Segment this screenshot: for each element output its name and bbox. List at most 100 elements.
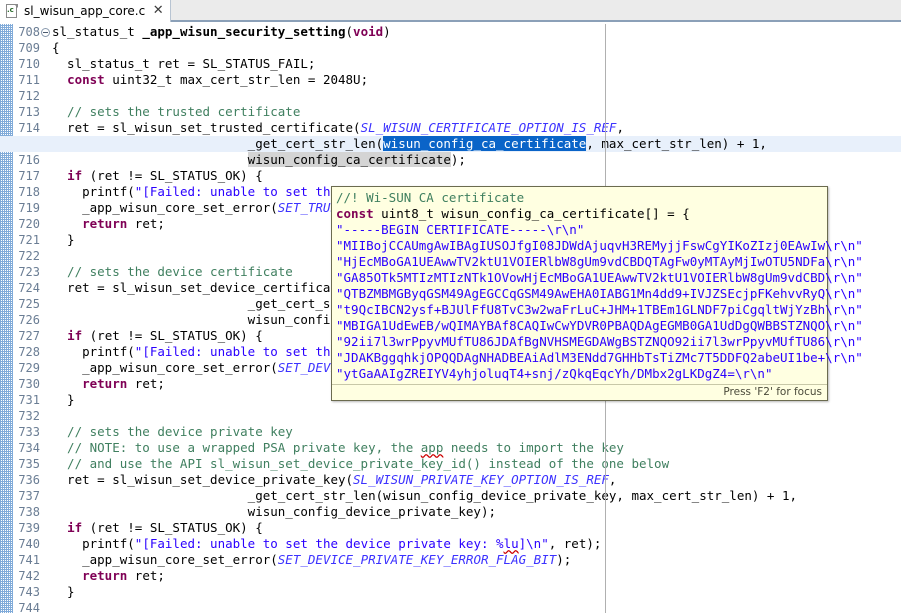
editor-body[interactable]: 7087097107117127137147157167177187197207…: [0, 24, 901, 613]
hover-popup-content: //! Wi-SUN CA certificate const uint8_t w…: [332, 187, 863, 384]
hover-popup-line: "HjEcMBoGA1UEAwwTV2ktU1VOIERlbW8gUm9vdCB…: [336, 254, 863, 270]
code-token: if: [67, 520, 83, 535]
code-token: if: [67, 168, 83, 183]
line-number: 727: [18, 329, 40, 343]
line-number: 730: [18, 377, 40, 391]
line-number: 714: [18, 121, 40, 135]
code-token: needs to import the key: [443, 440, 624, 455]
code-line[interactable]: printf("[Failed: unable to set the devic…: [52, 536, 901, 552]
hover-popup-token: "92ii7l3wrPpyvMUfTU86JDAfBgNVHSMEGDAWgBS…: [336, 334, 863, 349]
code-line[interactable]: sl_status_t _app_wisun_security_setting(…: [52, 24, 901, 40]
code-token: sl_status_t ret = SL_STATUS_FAIL;: [52, 56, 316, 71]
code-line[interactable]: const uint32_t max_cert_str_len = 2048U;: [52, 72, 901, 88]
code-token: // and use the API sl_wisun_set_device_p…: [52, 456, 670, 471]
code-line[interactable]: // and use the API sl_wisun_set_device_p…: [52, 456, 901, 472]
code-token: printf(: [52, 536, 135, 551]
code-token: printf(: [52, 184, 135, 199]
hover-popup-token: "GA85OTk5MTIzMTIzNTk1OVowHjEcMBoGA1UEAww…: [336, 270, 863, 285]
editor-tab-bar: .c sl_wisun_app_core.c ✕: [0, 0, 901, 22]
change-bar-ruler[interactable]: [0, 24, 13, 613]
code-token: uint32_t max_cert_str_len = 2048U;: [104, 72, 369, 87]
code-token: ]\n": [518, 536, 549, 551]
line-number: 726: [18, 313, 40, 327]
code-line[interactable]: wisun_config_ca_certificate);: [52, 152, 901, 168]
code-line[interactable]: if (ret != SL_STATUS_OK) {: [52, 520, 901, 536]
code-token: ret;: [127, 216, 165, 231]
hover-popup-token: "QTBZMBMGByqGSM49AgEGCCqGSM49AwEHA0IABG1…: [336, 286, 863, 301]
code-line[interactable]: {: [52, 40, 901, 56]
line-number: 738: [18, 505, 40, 519]
line-number: 739: [18, 521, 40, 535]
code-token: sl_status_t: [52, 24, 143, 39]
line-number: 735: [18, 457, 40, 471]
code-token: _app_wisun_core_set_error(: [52, 360, 278, 375]
line-number: 733: [18, 425, 40, 439]
code-token: SL_WISUN_PRIVATE_KEY_OPTION_IS_REF: [353, 472, 609, 487]
code-line[interactable]: if (ret != SL_STATUS_OK) {: [52, 168, 901, 184]
code-token: ): [383, 24, 391, 39]
line-number: 741: [18, 553, 40, 567]
hover-popup-line: "MBIGA1UdEwEB/wQIMAYBAf8CAQIwCwYDVR0PBAQ…: [336, 318, 863, 334]
line-number: 736: [18, 473, 40, 487]
close-icon[interactable]: ✕: [152, 4, 164, 17]
line-number: 732: [18, 409, 40, 423]
line-number: 722: [18, 249, 40, 263]
code-line[interactable]: _get_cert_str_len(wisun_config_device_pr…: [52, 488, 901, 504]
code-token: (ret != SL_STATUS_OK) {: [82, 168, 263, 183]
code-line[interactable]: // NOTE: to use a wrapped PSA private ke…: [52, 440, 901, 456]
code-line[interactable]: sl_status_t ret = SL_STATUS_FAIL;: [52, 56, 901, 72]
hover-popup-line: "MIIBojCCAUmgAwIBAgIUSOJfgI08JDWdAjuqvH3…: [336, 238, 863, 254]
line-number: 728: [18, 345, 40, 359]
code-line[interactable]: // sets the device private key: [52, 424, 901, 440]
code-token: (ret != SL_STATUS_OK) {: [82, 520, 263, 535]
line-number: 716: [18, 153, 40, 167]
code-token: ,: [608, 472, 617, 487]
editor-tab-sl-wisun-app-core-c[interactable]: .c sl_wisun_app_core.c ✕: [0, 0, 172, 22]
code-line[interactable]: return ret;: [52, 568, 901, 584]
code-line[interactable]: // sets the trusted certificate: [52, 104, 901, 120]
code-token: const: [67, 72, 105, 87]
code-token: ,: [616, 120, 624, 135]
code-token: // sets the trusted certificate: [52, 104, 301, 119]
code-token: (ret != SL_STATUS_OK) {: [82, 328, 263, 343]
code-line[interactable]: _get_cert_str_len(wisun_config_ca_certif…: [0, 136, 901, 152]
code-token: printf(: [52, 344, 135, 359]
line-number: 719: [18, 201, 40, 215]
code-token: SL_WISUN_CERTIFICATE_OPTION_IS_REF: [360, 120, 617, 135]
code-token: _app_wisun_core_set_error(: [52, 552, 278, 567]
code-line[interactable]: [52, 408, 901, 424]
code-token: _get_cert_str_len(wisun_config_device_pr…: [52, 488, 798, 503]
code-token: }: [52, 232, 75, 247]
code-token: app: [420, 440, 444, 455]
hover-popup-line: "-----BEGIN CERTIFICATE-----\r\n": [336, 222, 823, 238]
c-source-file-icon: .c: [6, 4, 19, 18]
line-number: 743: [18, 585, 40, 599]
code-line[interactable]: ret = sl_wisun_set_device_private_key(SL…: [52, 472, 901, 488]
line-number: 724: [18, 281, 40, 295]
code-line[interactable]: }: [52, 584, 901, 600]
code-line[interactable]: _app_wisun_core_set_error(SET_DEVICE_PRI…: [52, 552, 901, 568]
line-number: 718: [18, 185, 40, 199]
selected-token: wisun_config_ca_certificate: [383, 136, 587, 151]
line-number: 737: [18, 489, 40, 503]
line-number: 734: [18, 441, 40, 455]
code-line[interactable]: [52, 600, 901, 613]
fold-collapse-icon[interactable]: [41, 28, 50, 37]
code-token: (: [345, 24, 354, 39]
code-line[interactable]: wisun_config_device_private_key);: [52, 504, 901, 520]
hover-popup-line: //! Wi-SUN CA certificate: [336, 190, 823, 206]
code-token: // NOTE: to use a wrapped PSA private ke…: [52, 440, 421, 455]
code-line[interactable]: [52, 88, 901, 104]
hover-popup-line: "ytGaAAIgZREIYV4yhjoluqT4+snj/zQkqEqcYh/…: [336, 366, 823, 382]
code-token: {: [52, 40, 60, 55]
line-number: 740: [18, 537, 40, 551]
code-line[interactable]: ret = sl_wisun_set_trusted_certificate(S…: [52, 120, 901, 136]
code-token: lu: [503, 536, 519, 551]
hover-documentation-popup[interactable]: //! Wi-SUN CA certificate const uint8_t w…: [331, 186, 863, 401]
code-token: return: [82, 568, 128, 583]
line-number-gutter: 7087097107117127137147157167177187197207…: [13, 24, 40, 613]
